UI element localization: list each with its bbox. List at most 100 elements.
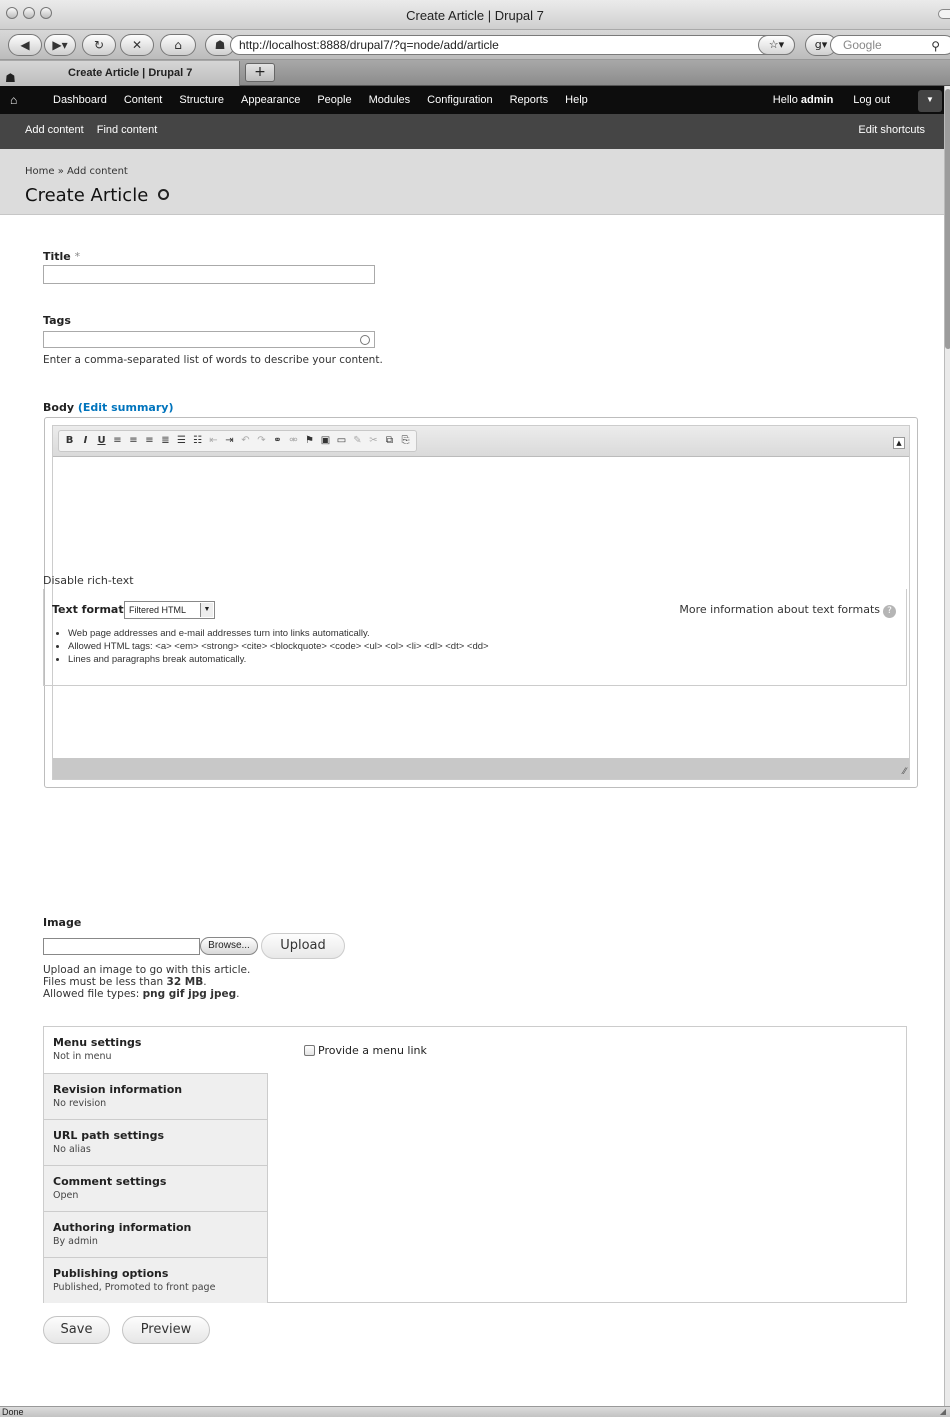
bold-icon[interactable]: B xyxy=(63,433,76,449)
image-icon[interactable]: ▣ xyxy=(319,433,332,449)
tags-input[interactable] xyxy=(43,331,375,348)
text-format-box: Text format Filtered HTML ▼ More informat… xyxy=(43,589,907,686)
menu-item-people[interactable]: People xyxy=(317,94,351,106)
page-title-text: Create Article xyxy=(25,185,149,206)
menu-item-dashboard[interactable]: Dashboard xyxy=(53,94,107,106)
menu-item-configuration[interactable]: Configuration xyxy=(427,94,492,106)
browse-button[interactable]: Browse... xyxy=(200,937,258,955)
reload-button[interactable]: ↻ xyxy=(82,34,116,56)
username: admin xyxy=(800,94,834,106)
body-label-text: Body xyxy=(43,401,74,414)
home-button[interactable]: ⌂ xyxy=(160,34,196,56)
tags-description: Enter a comma-separated list of words to… xyxy=(43,354,383,366)
italic-icon[interactable]: I xyxy=(79,433,92,449)
size-limit-prefix: Files must be less than xyxy=(43,976,167,988)
vtab-publishing-options[interactable]: Publishing options Published, Promoted t… xyxy=(44,1257,268,1303)
toolbar-toggle-button[interactable] xyxy=(938,9,950,19)
resize-grip-icon[interactable]: ◢ xyxy=(940,1407,946,1417)
vtab-revision-information[interactable]: Revision information No revision xyxy=(44,1073,268,1119)
browser-tab[interactable]: ☗ Create Article | Drupal 7 xyxy=(0,61,240,86)
editor-statusbar: ⁄⁄ xyxy=(53,758,909,779)
checkbox-label: Provide a menu link xyxy=(318,1044,427,1057)
logout-link[interactable]: Log out xyxy=(853,94,890,106)
scrollbar-thumb[interactable] xyxy=(945,89,950,349)
admin-menu: Dashboard Content Structure Appearance P… xyxy=(53,94,588,106)
site-favicon-icon: ☗ xyxy=(214,38,226,52)
numbered-list-icon[interactable]: ☷ xyxy=(191,433,204,449)
provide-menu-link-checkbox[interactable]: Provide a menu link xyxy=(304,1044,427,1057)
undo-icon[interactable]: ↶ xyxy=(239,433,252,449)
back-button[interactable]: ◀ xyxy=(8,34,42,56)
menu-item-reports[interactable]: Reports xyxy=(510,94,549,106)
vtab-comment-settings[interactable]: Comment settings Open xyxy=(44,1165,268,1211)
justify-icon[interactable]: ≣ xyxy=(159,433,172,449)
more-info-link[interactable]: More information about text formats? xyxy=(679,603,896,618)
unlink-icon[interactable]: ⚮ xyxy=(287,433,300,449)
required-mark: * xyxy=(74,250,81,263)
preview-button[interactable]: Preview xyxy=(122,1316,210,1344)
breadcrumb[interactable]: Home » Add content xyxy=(25,166,128,177)
shortcut-add-content[interactable]: Add content xyxy=(25,124,84,136)
admin-toolbar: ⌂ Dashboard Content Structure Appearance… xyxy=(0,86,950,114)
cut-icon[interactable]: ✂ xyxy=(367,433,380,449)
paste-icon[interactable]: ⎘ xyxy=(399,433,412,449)
user-links: Hello admin Log out xyxy=(773,94,890,106)
save-button[interactable]: Save xyxy=(43,1316,110,1344)
format-tip: Allowed HTML tags: <a> <em> <strong> <ci… xyxy=(68,640,489,653)
outdent-icon[interactable]: ⇤ xyxy=(207,433,220,449)
menu-item-structure[interactable]: Structure xyxy=(179,94,224,106)
collapse-toolbar-icon[interactable]: ▲ xyxy=(893,437,905,449)
title-input[interactable] xyxy=(43,265,375,284)
indent-icon[interactable]: ⇥ xyxy=(223,433,236,449)
edit-summary-link[interactable]: (Edit summary) xyxy=(78,401,174,414)
more-info-text: More information about text formats xyxy=(679,603,880,616)
editor-toolbar: B I U ≡ ≡ ≡ ≣ ☰ ☷ ⇤ ⇥ ↶ ↷ ⚭ ⚮ ⚑ ▣ ▭ ✎ ✂ … xyxy=(53,426,909,457)
url-bar[interactable]: http://localhost:8888/drupal7/?q=node/ad… xyxy=(230,35,795,55)
forward-button[interactable]: ▶▾ xyxy=(44,34,76,56)
align-right-icon[interactable]: ≡ xyxy=(143,433,156,449)
shortcut-bar: Add content Find content Edit shortcuts xyxy=(0,114,950,149)
home-icon[interactable]: ⌂ xyxy=(10,93,17,107)
search-placeholder: Google xyxy=(843,38,882,52)
link-icon[interactable]: ⚭ xyxy=(271,433,284,449)
vtab-url-path-settings[interactable]: URL path settings No alias xyxy=(44,1119,268,1165)
menu-item-help[interactable]: Help xyxy=(565,94,588,106)
menu-item-content[interactable]: Content xyxy=(124,94,163,106)
align-center-icon[interactable]: ≡ xyxy=(127,433,140,449)
search-input[interactable]: Google ⚲ xyxy=(830,35,950,55)
new-tab-button[interactable]: + xyxy=(245,63,275,82)
image-file-input[interactable] xyxy=(43,938,200,955)
redo-icon[interactable]: ↷ xyxy=(255,433,268,449)
resize-grip-icon[interactable]: ⁄⁄ xyxy=(903,767,906,777)
vtab-authoring-information[interactable]: Authoring information By admin xyxy=(44,1211,268,1257)
vtab-title: Authoring information xyxy=(53,1221,192,1234)
align-left-icon[interactable]: ≡ xyxy=(111,433,124,449)
menu-item-modules[interactable]: Modules xyxy=(369,94,411,106)
shortcut-drawer-toggle[interactable]: ▼ xyxy=(918,90,942,112)
copy-icon[interactable]: ⧉ xyxy=(383,433,396,449)
upload-button[interactable]: Upload xyxy=(261,933,345,959)
vertical-scrollbar[interactable] xyxy=(944,86,950,1406)
vtab-menu-settings[interactable]: Menu settings Not in menu xyxy=(44,1027,268,1073)
vertical-tabs: Menu settings Not in menu Revision infor… xyxy=(43,1026,907,1303)
underline-icon[interactable]: U xyxy=(95,433,108,449)
disable-rich-text-link[interactable]: Disable rich-text xyxy=(43,574,134,587)
bookmark-star-button[interactable]: ☆▾ xyxy=(758,35,795,55)
bullet-list-icon[interactable]: ☰ xyxy=(175,433,188,449)
reload-icon: ↻ xyxy=(93,38,105,52)
user-greeting[interactable]: Hello admin xyxy=(773,94,834,106)
file-types: png gif jpg jpeg xyxy=(142,988,237,1000)
cleanup-icon[interactable]: ✎ xyxy=(351,433,364,449)
edit-shortcuts-link[interactable]: Edit shortcuts xyxy=(858,124,925,136)
stop-button[interactable]: ✕ xyxy=(120,34,154,56)
horizontal-rule-icon[interactable]: ▭ xyxy=(335,433,348,449)
add-shortcut-icon[interactable] xyxy=(158,189,170,200)
shortcut-find-content[interactable]: Find content xyxy=(97,124,158,136)
tab-title: Create Article | Drupal 7 xyxy=(68,67,193,79)
text-format-select[interactable]: Filtered HTML ▼ xyxy=(124,601,215,619)
tags-label: Tags xyxy=(43,314,71,327)
image-help-line: Upload an image to go with this article. xyxy=(43,964,251,976)
menu-item-appearance[interactable]: Appearance xyxy=(241,94,300,106)
vtab-summary: Published, Promoted to front page xyxy=(53,1282,216,1293)
anchor-icon[interactable]: ⚑ xyxy=(303,433,316,449)
